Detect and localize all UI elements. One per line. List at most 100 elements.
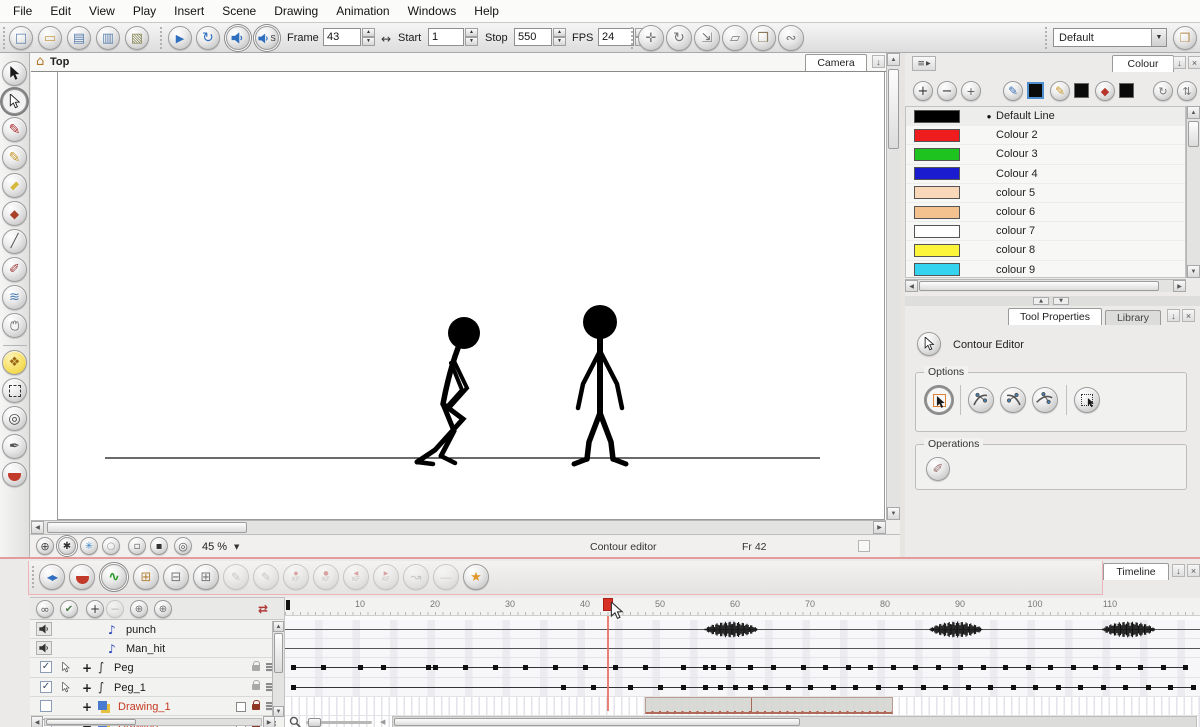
keyframe[interactable] — [831, 685, 836, 690]
keyframe[interactable] — [733, 685, 738, 690]
new-scene-button[interactable]: □ — [9, 26, 33, 50]
keyframe[interactable] — [358, 665, 363, 670]
corner-point-option[interactable] — [1000, 387, 1026, 413]
keyframe[interactable] — [583, 665, 588, 670]
add-peg-button[interactable]: ⊕ — [130, 600, 148, 618]
layer-enable-checkbox[interactable]: ✓ — [40, 681, 52, 693]
canvas-vertical-scrollbar[interactable]: ▲ ▼ — [886, 53, 900, 520]
save-button[interactable]: ▤ — [67, 26, 91, 50]
keyframe[interactable] — [763, 685, 768, 690]
scroll-down-button[interactable]: ▼ — [887, 507, 900, 520]
line-tool[interactable]: ╱ — [2, 229, 27, 254]
keyframe[interactable] — [658, 685, 663, 690]
frame-down[interactable]: ▼ — [362, 37, 375, 46]
keyframe[interactable] — [1078, 685, 1083, 690]
open-button[interactable]: ▭ — [38, 26, 62, 50]
set-stop-motion-keyframe-button[interactable]: ― — [433, 564, 459, 590]
playhead-line[interactable] — [607, 616, 609, 711]
keyframe[interactable] — [1048, 665, 1053, 670]
scrollbar-thumb[interactable] — [274, 633, 283, 673]
splitter-down-button[interactable]: ▼ — [1053, 297, 1069, 305]
tab-tool-properties[interactable]: Tool Properties — [1008, 308, 1102, 325]
collapse-all-button[interactable]: ⇄ — [258, 602, 268, 616]
brush-colour-button[interactable]: ✎ — [1003, 81, 1023, 101]
colour-swatch[interactable] — [914, 263, 960, 276]
current-brush-swatch[interactable] — [1027, 82, 1044, 99]
delete-keyframe-button[interactable]: ●KF — [313, 564, 339, 590]
keyframe[interactable] — [786, 685, 791, 690]
save-version-button[interactable]: ▧ — [125, 26, 149, 50]
keyframe[interactable] — [681, 685, 686, 690]
layer-enable-checkbox[interactable] — [40, 700, 52, 712]
dock-panel-button[interactable]: ↓ — [872, 55, 885, 68]
keyframe[interactable] — [711, 665, 716, 670]
dock-panel-button[interactable]: ↓ — [1172, 564, 1185, 577]
canvas-horizontal-scrollbar[interactable]: ◀ ▶ — [31, 520, 886, 534]
speaker-button[interactable] — [36, 622, 52, 636]
stop-down[interactable]: ▼ — [553, 37, 566, 46]
toolbar-handle[interactable] — [3, 27, 5, 49]
transform-all-button[interactable]: ❒ — [750, 25, 776, 51]
keyframe[interactable] — [628, 685, 633, 690]
keyframe[interactable] — [1116, 665, 1121, 670]
dock-panel-button[interactable]: ↓ — [1173, 56, 1186, 69]
keyframe[interactable] — [523, 665, 528, 670]
smooth-contour-option[interactable] — [968, 387, 994, 413]
spline-offset-button[interactable]: ∾ — [778, 25, 804, 51]
toolbar-handle[interactable] — [1045, 27, 1047, 49]
sound-scrubbing-button[interactable]: S — [255, 26, 279, 50]
keyframe[interactable] — [561, 685, 566, 690]
keyframe[interactable] — [1138, 665, 1143, 670]
menu-item-insert[interactable]: Insert — [165, 4, 213, 18]
keyframe[interactable] — [463, 665, 468, 670]
select-tool[interactable] — [2, 61, 27, 86]
layer-row-drawing-1[interactable]: + Drawing_1 — [30, 697, 284, 716]
colour-swatch[interactable] — [914, 186, 960, 199]
pencil-colour-button[interactable]: ✎ — [1050, 81, 1070, 101]
menu-item-file[interactable]: File — [4, 4, 41, 18]
keyframe[interactable] — [943, 685, 948, 690]
add-exposure-button[interactable]: ⊞ — [193, 564, 219, 590]
track-man-hit[interactable] — [285, 639, 1200, 658]
fps-input[interactable] — [598, 28, 634, 46]
add-texture-button[interactable]: + — [961, 81, 981, 101]
lock-icon[interactable] — [252, 704, 260, 710]
timeline-zoom-slider[interactable] — [306, 721, 372, 724]
layer-row-peg-1[interactable]: ✓ + ∫ Peg_1 — [30, 678, 284, 697]
keyframe[interactable] — [613, 665, 618, 670]
keyframe[interactable] — [493, 665, 498, 670]
keyframe[interactable] — [1123, 685, 1128, 690]
render-preview-button[interactable]: ◎ — [174, 537, 192, 555]
scale-tool-button[interactable]: ⇲ — [694, 25, 720, 51]
menu-item-windows[interactable]: Windows — [399, 4, 466, 18]
scrollbar-thumb[interactable] — [919, 281, 1159, 291]
current-pencil-swatch[interactable] — [1074, 83, 1089, 98]
keyframe[interactable] — [703, 685, 708, 690]
colour-row-5[interactable]: colour 5 — [906, 184, 1185, 203]
keyframe[interactable] — [808, 685, 813, 690]
menu-item-view[interactable]: View — [80, 4, 124, 18]
colour-row-9[interactable]: colour 9 — [906, 261, 1185, 279]
colour-swatch[interactable] — [914, 225, 960, 238]
layer-row-man-hit[interactable]: ♪ Man_hit — [30, 639, 284, 658]
link-colours-button[interactable]: ↻ — [1153, 81, 1173, 101]
dock-panel-button[interactable]: ↓ — [1167, 309, 1180, 322]
tab-camera[interactable]: Camera — [805, 54, 867, 71]
add-layer-button[interactable]: + — [86, 600, 104, 618]
menu-item-animation[interactable]: Animation — [327, 4, 398, 18]
keyframe[interactable] — [643, 665, 648, 670]
scrollbar-thumb[interactable] — [394, 718, 800, 726]
keyframe[interactable] — [681, 665, 686, 670]
keyframe[interactable] — [718, 685, 723, 690]
select-transform-tool[interactable] — [2, 378, 27, 403]
keyframe[interactable] — [748, 665, 753, 670]
colour-swatch[interactable] — [914, 206, 960, 219]
loop-button[interactable]: ↻ — [196, 26, 220, 50]
keyframe[interactable] — [846, 665, 851, 670]
scroll-up-button[interactable]: ▲ — [1187, 106, 1200, 119]
drawing-canvas[interactable] — [31, 71, 886, 520]
previous-keyframe-button[interactable]: ◀KF — [343, 564, 369, 590]
colour-row-2[interactable]: Colour 2 — [906, 126, 1185, 145]
keyframe[interactable] — [291, 665, 296, 670]
find-layer-button[interactable]: ∞ — [36, 600, 54, 618]
